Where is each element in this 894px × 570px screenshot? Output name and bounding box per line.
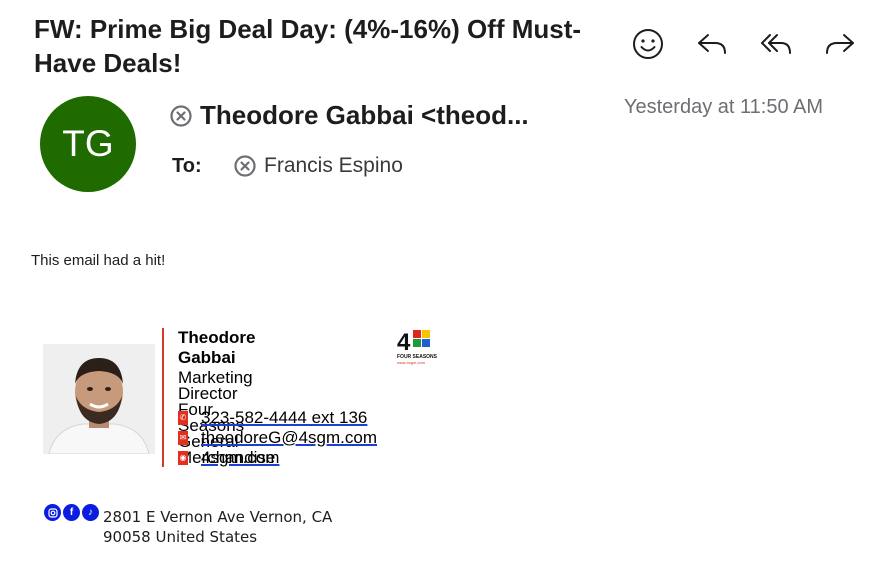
four-seasons-logo: 4 FOUR SEASONS www.4sgm.com — [397, 329, 438, 365]
recipient-row: To: Francis Espino — [172, 154, 403, 178]
sender-avatar: TG — [40, 96, 136, 192]
emoji-reaction-button[interactable] — [628, 26, 668, 62]
reply-icon — [698, 34, 726, 54]
phone-link[interactable]: 323-582-4444 ext 136 — [201, 408, 367, 428]
instagram-icon[interactable] — [44, 504, 61, 521]
globe-icon: ◉ — [178, 451, 188, 465]
email-link[interactable]: theodoreG@4sgm.com — [201, 428, 377, 448]
signature-photo — [43, 344, 155, 454]
address-line-2: 90058 United States — [103, 528, 258, 546]
signature-name: Theodore Gabbai — [178, 328, 256, 367]
reply-all-icon — [761, 34, 791, 54]
website-link[interactable]: 4sgm.com — [201, 448, 279, 468]
email-row: ✉ theodoreG@4sgm.com — [178, 428, 377, 448]
email-date: Yesterday at 11:50 AM — [624, 96, 824, 118]
signature-contacts: ✆ 323-582-4444 ext 136 ✉ theodoreG@4sgm.… — [178, 408, 377, 468]
to-label: To: — [172, 154, 202, 177]
signature-divider — [162, 328, 164, 467]
phone-icon: ✆ — [178, 411, 188, 425]
email-body-text: This email had a hit! — [31, 252, 166, 269]
address-line-1: 2801 E Vernon Ave Vernon, CA — [103, 508, 333, 526]
phone-row: ✆ 323-582-4444 ext 136 — [178, 408, 377, 428]
logo-url: www.4sgm.com — [397, 360, 426, 365]
mail-icon: ✉ — [178, 431, 188, 445]
facebook-icon[interactable]: f — [63, 504, 80, 521]
reply-button[interactable] — [692, 26, 732, 62]
social-links: f ♪ — [44, 504, 99, 521]
smiley-icon — [633, 29, 663, 59]
sender-row: Theodore Gabbai <theod... — [170, 100, 529, 131]
website-row: ◉ 4sgm.com — [178, 448, 377, 468]
message-actions — [628, 26, 860, 62]
reply-all-button[interactable] — [756, 26, 796, 62]
forward-button[interactable] — [820, 26, 860, 62]
recipient-name[interactable]: Francis Espino — [264, 154, 403, 178]
signature-address: 2801 E Vernon Ave Vernon, CA 90058 Unite… — [103, 507, 332, 547]
svg-text:4: 4 — [397, 329, 411, 356]
email-subject: FW: Prime Big Deal Day: (4%-16%) Off Mus… — [34, 14, 582, 78]
signature-title: Marketing Director — [178, 368, 253, 403]
remove-recipient-icon[interactable] — [234, 155, 256, 177]
remove-contact-icon[interactable] — [170, 104, 192, 127]
forward-icon — [826, 34, 854, 54]
tiktok-icon[interactable]: ♪ — [82, 504, 99, 521]
sender-name[interactable]: Theodore Gabbai <theod... — [200, 100, 529, 131]
